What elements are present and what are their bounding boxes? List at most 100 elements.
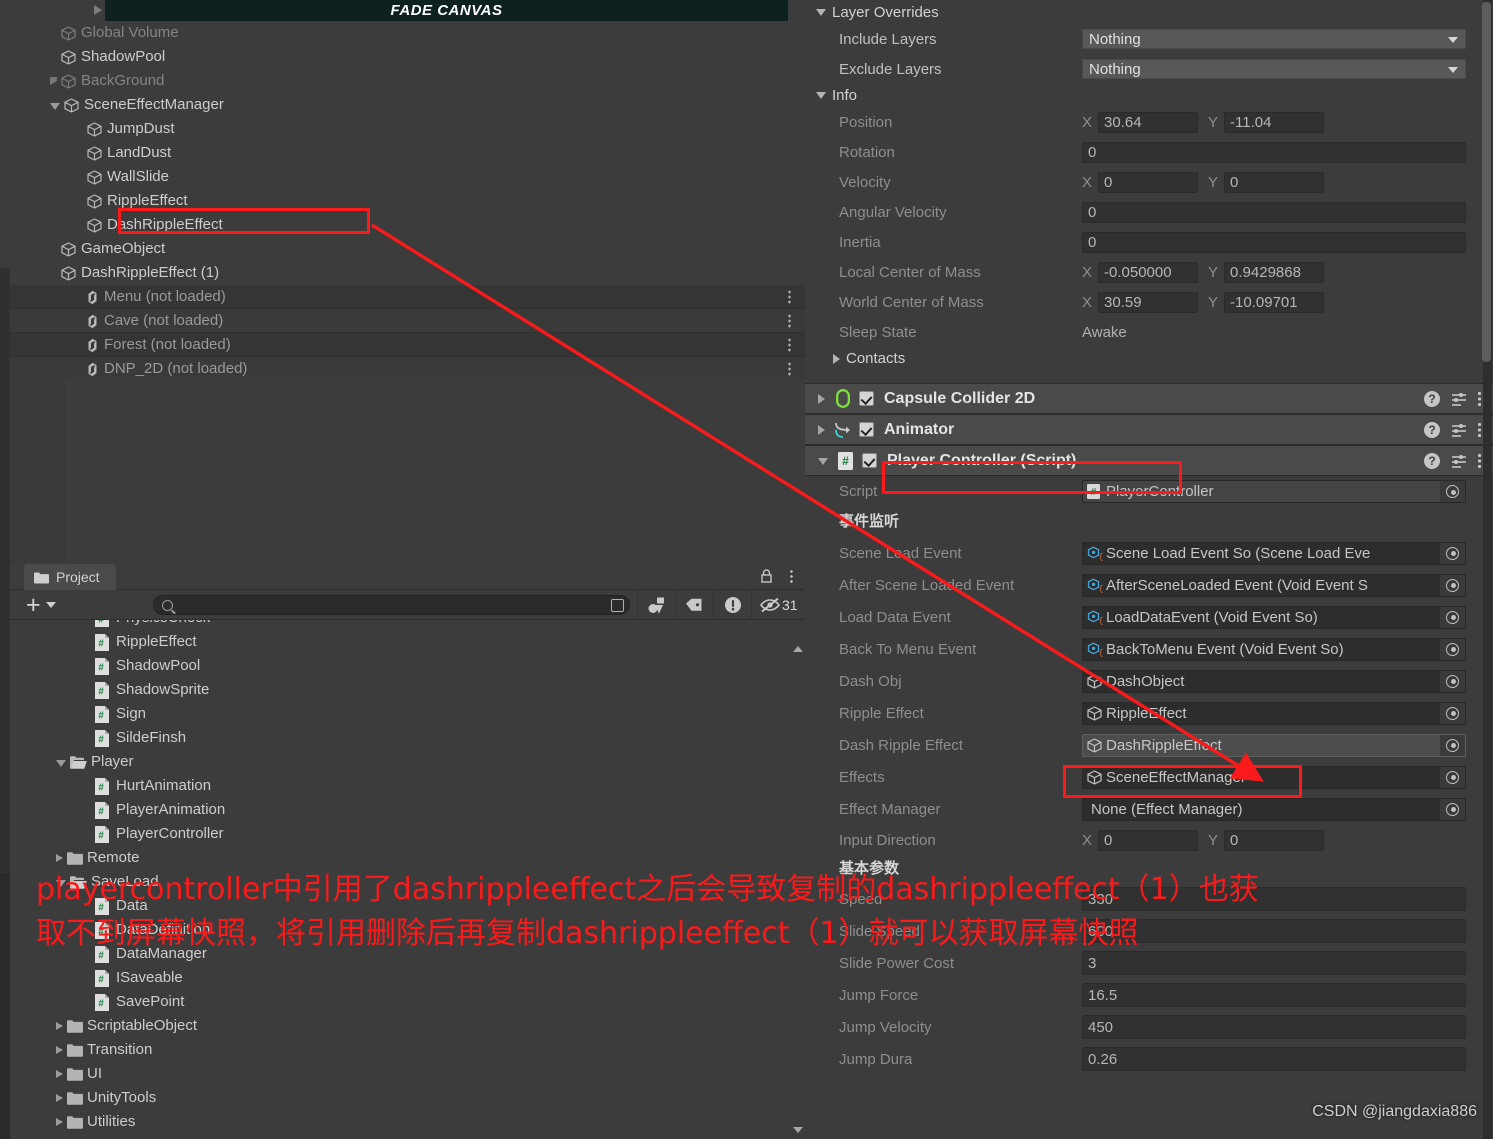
- create-asset-button[interactable]: +: [26, 592, 56, 617]
- project-tree-item[interactable]: # ShadowPool: [10, 654, 805, 678]
- expand-arrow-icon[interactable]: [56, 1046, 63, 1054]
- component-menu-dots-icon[interactable]: [1478, 392, 1481, 406]
- component-header-animator[interactable]: Animator ?: [805, 414, 1493, 445]
- scene-menu-dots-icon[interactable]: [788, 314, 791, 327]
- scene-menu-dots-icon[interactable]: [788, 338, 791, 351]
- param-value[interactable]: 3: [1082, 951, 1466, 975]
- object-picker-button[interactable]: [1440, 766, 1465, 788]
- inspector-scrollbar[interactable]: [1482, 0, 1492, 1139]
- search-input[interactable]: [173, 597, 623, 613]
- enable-checkbox[interactable]: [862, 453, 877, 468]
- component-menu-dots-icon[interactable]: [1478, 423, 1481, 437]
- expand-arrow-icon[interactable]: [50, 77, 57, 85]
- tab-project[interactable]: Project: [24, 564, 116, 590]
- project-tree-item[interactable]: # ShadowSprite: [10, 678, 805, 702]
- component-header-capsule-collider-2d[interactable]: Capsule Collider 2D ?: [805, 383, 1493, 414]
- project-tree-item[interactable]: # RippleEffect: [10, 630, 805, 654]
- preset-icon[interactable]: [1451, 453, 1467, 469]
- scroll-down-arrow-icon[interactable]: [793, 1127, 803, 1133]
- scene-row[interactable]: Forest (not loaded): [10, 333, 805, 357]
- expand-arrow-icon[interactable]: [56, 1070, 63, 1078]
- chevron-right-icon[interactable]: [818, 424, 825, 435]
- chevron-down-icon[interactable]: [818, 458, 828, 465]
- object-picker-button[interactable]: [1440, 638, 1465, 660]
- project-tree-item[interactable]: Remote: [10, 846, 805, 870]
- scene-row[interactable]: Menu (not loaded): [10, 285, 805, 309]
- object-field[interactable]: {}Scene Load Event So (Scene Load Eve: [1082, 541, 1466, 565]
- object-picker-button[interactable]: [1440, 670, 1465, 692]
- project-tree-item[interactable]: Transition: [10, 1038, 805, 1062]
- component-header-player-controller[interactable]: # Player Controller (Script) ?: [805, 445, 1493, 476]
- object-field[interactable]: None (Effect Manager): [1082, 797, 1466, 821]
- project-tree-item[interactable]: UI: [10, 1062, 805, 1086]
- param-value[interactable]: 16.5: [1082, 983, 1466, 1007]
- component-menu-dots-icon[interactable]: [1478, 454, 1481, 468]
- help-icon[interactable]: ?: [1424, 422, 1440, 438]
- scene-row[interactable]: DNP_2D (not loaded): [10, 357, 805, 381]
- hierarchy-item[interactable]: DashRippleEffect: [10, 213, 805, 237]
- preset-icon[interactable]: [1451, 422, 1467, 438]
- section-contacts[interactable]: Contacts: [805, 347, 1493, 370]
- scroll-up-arrow-icon[interactable]: [793, 646, 803, 652]
- project-tree-item[interactable]: # Sign: [10, 702, 805, 726]
- project-tree-item[interactable]: # PlayerController: [10, 822, 805, 846]
- preset-icon[interactable]: [1451, 391, 1467, 407]
- lock-icon[interactable]: [760, 569, 773, 583]
- hierarchy-item[interactable]: WallSlide: [10, 165, 805, 189]
- object-field[interactable]: SceneEffectManager: [1082, 765, 1466, 789]
- project-tree-item[interactable]: Player: [10, 750, 805, 774]
- inspector-scrollbar-thumb[interactable]: [1482, 2, 1491, 362]
- object-field[interactable]: {}BackToMenu Event (Void Event So): [1082, 637, 1466, 661]
- hierarchy-item[interactable]: ShadowPool: [10, 45, 805, 69]
- project-search-box[interactable]: [153, 595, 630, 615]
- collapse-arrow-icon[interactable]: [50, 103, 60, 110]
- project-tree-item[interactable]: # HurtAnimation: [10, 774, 805, 798]
- object-field[interactable]: {}AfterSceneLoaded Event (Void Event S: [1082, 573, 1466, 597]
- object-field[interactable]: DashObject: [1082, 669, 1466, 693]
- expand-arrow-icon[interactable]: [56, 1022, 63, 1030]
- help-icon[interactable]: ?: [1424, 453, 1440, 469]
- hierarchy-item[interactable]: DashRippleEffect (1): [10, 261, 805, 285]
- project-tree-item[interactable]: # SavePoint: [10, 990, 805, 1014]
- fade-canvas-expand-arrow-icon[interactable]: [94, 5, 102, 15]
- project-tree-item[interactable]: # SildeFinsh: [10, 726, 805, 750]
- error-filter-button[interactable]: [713, 591, 751, 619]
- project-tree-item[interactable]: # ISaveable: [10, 966, 805, 990]
- expand-arrow-icon[interactable]: [56, 1094, 63, 1102]
- filter-by-type-button[interactable]: [637, 591, 675, 619]
- object-picker-button[interactable]: [1440, 542, 1465, 564]
- hierarchy-item[interactable]: BackGround: [10, 69, 805, 93]
- hierarchy-item[interactable]: SceneEffectManager: [10, 93, 805, 117]
- object-picker-button[interactable]: [1440, 702, 1465, 724]
- section-info[interactable]: Info: [805, 84, 1493, 107]
- hierarchy-item[interactable]: JumpDust: [10, 117, 805, 141]
- param-value[interactable]: 600: [1082, 919, 1466, 943]
- enable-checkbox[interactable]: [859, 391, 874, 406]
- enable-checkbox[interactable]: [859, 422, 874, 437]
- object-picker-button[interactable]: [1440, 606, 1465, 628]
- scene-menu-dots-icon[interactable]: [788, 290, 791, 303]
- scene-menu-dots-icon[interactable]: [788, 362, 791, 375]
- input-direction-x-value[interactable]: 0: [1098, 829, 1199, 851]
- filter-by-label-button[interactable]: [675, 591, 713, 619]
- project-menu-dots-icon[interactable]: [790, 570, 793, 583]
- chevron-right-icon[interactable]: [818, 393, 825, 404]
- help-icon[interactable]: ?: [1424, 391, 1440, 407]
- expand-arrow-icon[interactable]: [56, 1118, 63, 1126]
- collapse-arrow-icon[interactable]: [56, 760, 66, 767]
- object-field[interactable]: {}LoadDataEvent (Void Event So): [1082, 605, 1466, 629]
- param-value[interactable]: 450: [1082, 1015, 1466, 1039]
- hierarchy-item[interactable]: GameObject: [10, 237, 805, 261]
- project-tree-item[interactable]: Utilities: [10, 1110, 805, 1134]
- scene-row[interactable]: Cave (not loaded): [10, 309, 805, 333]
- hierarchy-item[interactable]: LandDust: [10, 141, 805, 165]
- object-field[interactable]: RippleEffect: [1082, 701, 1466, 725]
- open-in-window-icon[interactable]: [611, 599, 624, 612]
- hierarchy-item[interactable]: Global Volume: [10, 21, 805, 45]
- exclude-layers-dropdown[interactable]: Nothing: [1082, 59, 1466, 79]
- project-tree-item[interactable]: ScriptableObject: [10, 1014, 805, 1038]
- param-value[interactable]: 0.26: [1082, 1047, 1466, 1071]
- include-layers-dropdown[interactable]: Nothing: [1082, 29, 1466, 49]
- hierarchy-item[interactable]: RippleEffect: [10, 189, 805, 213]
- input-direction-y-value[interactable]: 0: [1224, 829, 1325, 851]
